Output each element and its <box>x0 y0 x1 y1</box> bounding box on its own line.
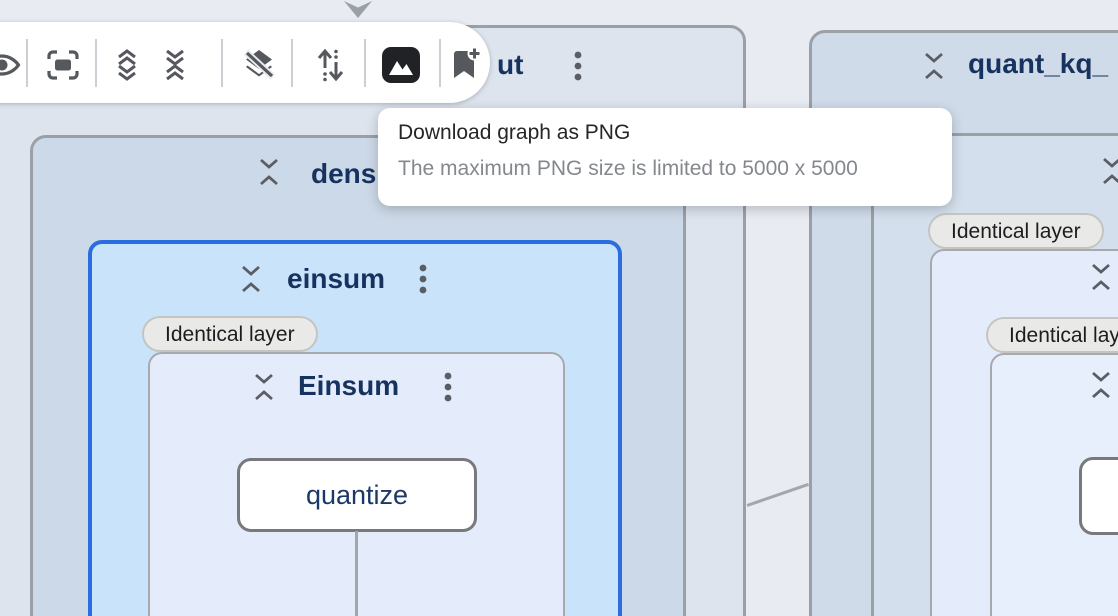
model-explorer-canvas[interactable]: ut dens einsum Identical layer Einsum qu… <box>0 0 1118 616</box>
toolbar-divider <box>364 39 366 87</box>
quant-group-title: quant_kq_ <box>968 48 1108 80</box>
tooltip-subtitle: The maximum PNG size is limited to 5000 … <box>398 157 952 181</box>
collapse-layer-icon[interactable] <box>240 264 262 294</box>
tooltip-title: Download graph as PNG <box>398 121 952 145</box>
download-png-active-box <box>382 47 420 83</box>
dense-group-title: dens <box>311 158 376 190</box>
fit-to-screen-icon[interactable] <box>41 43 85 87</box>
collapse-layer-icon[interactable] <box>923 51 945 81</box>
op-node-label: quantize <box>306 480 408 511</box>
op-node-quantize[interactable]: quantize <box>237 458 477 532</box>
overflow-menu-icon[interactable] <box>574 51 582 81</box>
identical-layer-badge: Identical layer <box>142 316 318 352</box>
visibility-eye-icon[interactable] <box>0 43 24 87</box>
collapse-all-layers-icon[interactable] <box>153 43 197 87</box>
hide-layers-icon[interactable] <box>237 43 281 87</box>
einsum-inner-title: Einsum <box>298 370 399 402</box>
overflow-menu-icon[interactable] <box>444 372 452 402</box>
collapse-layer-icon[interactable] <box>1101 156 1118 186</box>
graph-toolbar <box>0 22 490 103</box>
identical-layer-badge: Identical layer <box>986 317 1118 353</box>
edge-arrowhead-icon <box>344 1 372 18</box>
flatten-layers-icon[interactable] <box>308 43 352 87</box>
collapse-layer-icon[interactable] <box>1090 262 1112 292</box>
toolbar-divider <box>439 39 441 87</box>
add-bookmark-icon[interactable] <box>442 43 486 87</box>
overflow-menu-icon[interactable] <box>419 264 427 294</box>
einsum-group-title: einsum <box>287 263 385 295</box>
toolbar-divider <box>95 39 97 87</box>
collapse-layer-icon[interactable] <box>253 372 275 402</box>
output-group-title: ut <box>497 49 523 81</box>
identical-layer-badge: Identical layer <box>928 213 1104 249</box>
download-png-icon[interactable] <box>379 43 423 87</box>
op-node-right-partial[interactable] <box>1079 457 1118 535</box>
toolbar-divider <box>221 39 223 87</box>
toolbar-divider <box>291 39 293 87</box>
collapse-layer-icon[interactable] <box>258 157 280 187</box>
graph-edge <box>355 531 358 616</box>
expand-all-layers-icon[interactable] <box>105 43 149 87</box>
collapse-layer-icon[interactable] <box>1090 370 1112 400</box>
download-png-tooltip: Download graph as PNG The maximum PNG si… <box>378 108 952 206</box>
toolbar-divider <box>26 39 28 87</box>
graph-edge <box>747 483 809 507</box>
